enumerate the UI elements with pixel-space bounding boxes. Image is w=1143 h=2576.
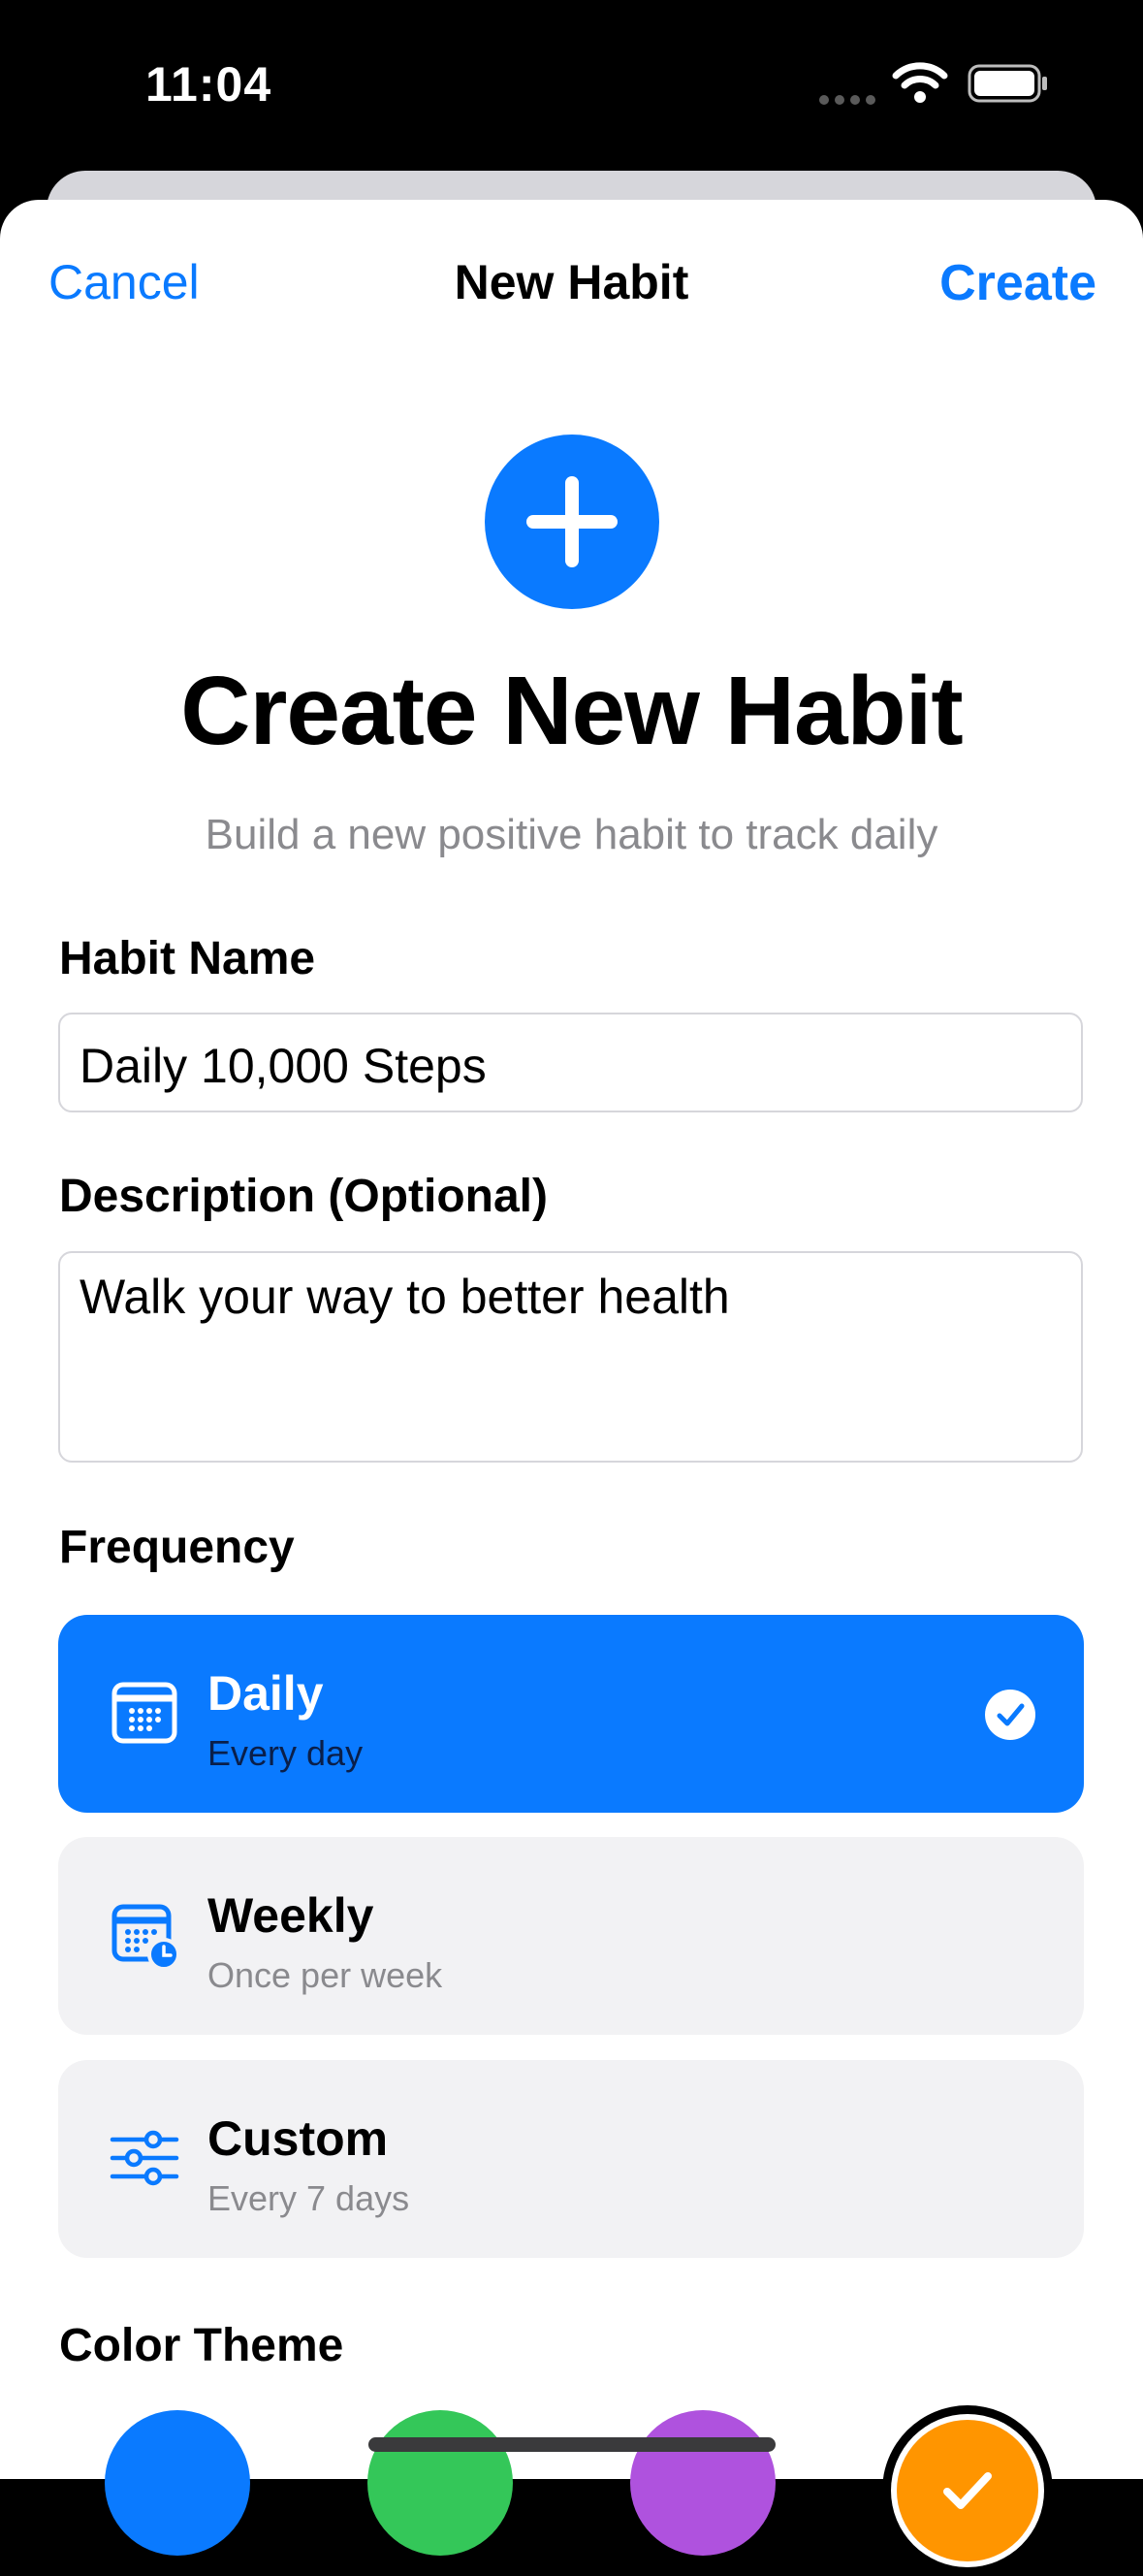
- home-indicator: [368, 2437, 776, 2452]
- sliders-icon: [110, 2130, 179, 2186]
- frequency-title: Weekly: [207, 1888, 374, 1943]
- page-title: Create New Habit: [180, 657, 963, 765]
- frequency-subtitle: Every 7 days: [207, 2178, 410, 2218]
- battery-icon: [968, 64, 1047, 103]
- status-time: 11:04: [145, 57, 272, 112]
- frequency-option-weekly[interactable]: Weekly Once per week: [58, 1837, 1084, 2035]
- color-swatch-purple[interactable]: [630, 2410, 776, 2556]
- plus-icon: [485, 435, 659, 609]
- description-textarea[interactable]: Walk your way to better health: [58, 1251, 1083, 1463]
- new-habit-sheet: Cancel New Habit Create Create New Habit…: [0, 200, 1143, 2479]
- color-swatch-orange-selected[interactable]: [882, 2405, 1053, 2576]
- frequency-title: Daily: [207, 1666, 324, 1721]
- frequency-label: Frequency: [59, 1522, 295, 1573]
- color-swatch-blue[interactable]: [105, 2410, 250, 2556]
- wifi-icon: [892, 62, 948, 103]
- navigation-bar: Cancel New Habit Create: [0, 200, 1143, 365]
- checkmark-icon: [943, 2472, 992, 2509]
- frequency-subtitle: Every day: [207, 1733, 364, 1773]
- cancel-button[interactable]: Cancel: [48, 254, 200, 310]
- calendar-icon: [111, 1682, 177, 1744]
- frequency-option-daily[interactable]: Daily Every day: [58, 1615, 1084, 1813]
- calendar-clock-icon: [111, 1904, 180, 1971]
- color-theme-label: Color Theme: [59, 2320, 344, 2371]
- habit-name-input[interactable]: Daily 10,000 Steps: [58, 1013, 1083, 1112]
- description-label: Description (Optional): [59, 1171, 548, 1222]
- frequency-subtitle: Once per week: [207, 1955, 443, 1995]
- description-value: Walk your way to better health: [79, 1270, 730, 1324]
- checkmark-icon: [985, 1690, 1035, 1740]
- status-bar: 11:04: [0, 0, 1143, 175]
- create-button[interactable]: Create: [939, 254, 1096, 312]
- cellular-signal-icon: [819, 92, 881, 110]
- page-subtitle: Build a new positive habit to track dail…: [205, 811, 938, 858]
- color-swatch-green[interactable]: [367, 2410, 513, 2556]
- habit-name-value: Daily 10,000 Steps: [79, 1039, 487, 1093]
- habit-name-label: Habit Name: [59, 933, 316, 984]
- frequency-option-custom[interactable]: Custom Every 7 days: [58, 2060, 1084, 2258]
- frequency-title: Custom: [207, 2111, 389, 2166]
